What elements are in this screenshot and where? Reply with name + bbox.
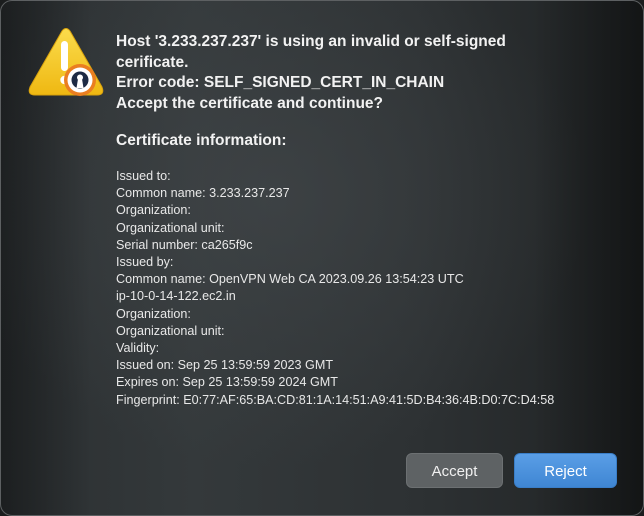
accept-button[interactable]: Accept	[406, 453, 503, 488]
dialog-content: Host '3.233.237.237' is using an invalid…	[116, 32, 626, 409]
detail-line: Common name: OpenVPN Web CA 2023.09.26 1…	[116, 272, 464, 287]
certificate-info-title: Certificate information:	[116, 132, 287, 149]
headline-line-host: Host '3.233.237.237' is using an invalid…	[116, 33, 506, 50]
certificate-details: Issued to: Common name: 3.233.237.237 Or…	[116, 168, 626, 409]
detail-line: Expires on: Sep 25 13:59:59 2024 GMT	[116, 375, 338, 390]
alert-headline: Host '3.233.237.237' is using an invalid…	[116, 32, 626, 114]
detail-line: Common name: 3.233.237.237	[116, 186, 290, 201]
detail-line: Serial number: ca265f9c	[116, 237, 253, 252]
certificate-alert-dialog: Host '3.233.237.237' is using an invalid…	[0, 0, 644, 516]
detail-line: Organizational unit:	[116, 323, 225, 338]
detail-line: Issued on: Sep 25 13:59:59 2023 GMT	[116, 358, 334, 373]
detail-line: Organization:	[116, 306, 191, 321]
detail-line: Organizational unit:	[116, 220, 225, 235]
detail-line: Fingerprint: E0:77:AF:65:BA:CD:81:1A:14:…	[116, 392, 555, 407]
detail-line: Organization:	[116, 203, 191, 218]
detail-line: ip-10-0-14-122.ec2.in	[116, 289, 236, 304]
headline-line-question: Accept the certificate and continue?	[116, 94, 383, 112]
detail-line: Validity:	[116, 341, 160, 356]
detail-line: Issued to:	[116, 169, 171, 183]
reject-button[interactable]: Reject	[514, 453, 617, 488]
headline-line-error-code: Error code: SELF_SIGNED_CERT_IN_CHAIN	[116, 74, 445, 91]
warning-lock-icon	[27, 27, 105, 101]
headline-line-certificate: cerificate.	[116, 53, 189, 71]
detail-line: Issued by:	[116, 255, 174, 270]
